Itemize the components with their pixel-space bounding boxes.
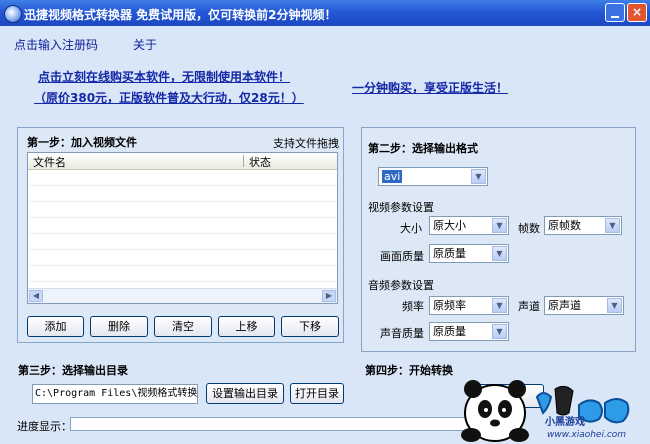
chevron-down-icon[interactable]: ▼: [607, 298, 622, 313]
clear-button[interactable]: 清空: [154, 316, 212, 337]
file-list[interactable]: 文件名 状态 ◀ ▶: [27, 152, 338, 304]
chevron-down-icon[interactable]: ▼: [492, 246, 507, 261]
chevron-down-icon[interactable]: ▼: [492, 324, 507, 339]
chevron-down-icon[interactable]: ▼: [492, 218, 507, 233]
app-icon: [4, 5, 22, 23]
column-separator: [243, 155, 244, 167]
minimize-button[interactable]: [605, 3, 625, 22]
move-up-button[interactable]: 上移: [218, 316, 275, 337]
progress-bar: [70, 417, 510, 431]
column-filename[interactable]: 文件名: [33, 154, 66, 170]
fps-label: 帧数: [518, 222, 540, 235]
progress-label: 进度显示：: [17, 420, 72, 433]
list-item: [28, 170, 337, 186]
menu-about[interactable]: 关于: [133, 36, 157, 53]
title-bar: 迅捷视频格式转换器 免费试用版，仅可转换前2分钟视频！ ×: [0, 0, 650, 26]
open-dir-button[interactable]: 打开目录: [290, 383, 344, 404]
menu-register[interactable]: 点击输入注册码: [14, 36, 98, 53]
drag-hint: 支持文件拖拽: [273, 137, 339, 150]
watermark-url: www.xiaohei.com: [547, 430, 627, 440]
quality-select[interactable]: 原质量 ▼: [429, 244, 509, 263]
move-down-button[interactable]: 下移: [281, 316, 339, 337]
quality-value: 原质量: [433, 247, 466, 260]
list-item: [28, 186, 337, 202]
quality-label: 画面质量: [380, 250, 424, 263]
size-label: 大小: [400, 222, 422, 235]
list-item: [28, 202, 337, 218]
promo-right-link[interactable]: 一分钟购买，享受正版生活！: [352, 79, 508, 96]
column-status[interactable]: 状态: [249, 154, 271, 170]
channel-select[interactable]: 原声道 ▼: [544, 296, 624, 315]
output-path-field[interactable]: C:\Program Files\视频格式转换器: [32, 384, 198, 404]
fps-value: 原帧数: [548, 219, 581, 232]
step1-title: 第一步：加入视频文件: [27, 136, 137, 149]
video-section-label: 视频参数设置: [368, 201, 434, 214]
audio-quality-select[interactable]: 原质量 ▼: [429, 322, 509, 341]
delete-button[interactable]: 删除: [90, 316, 148, 337]
channel-value: 原声道: [548, 299, 581, 312]
close-button[interactable]: ×: [627, 3, 647, 22]
step4-title: 第四步：开始转换: [365, 364, 453, 377]
format-value: avi: [382, 170, 403, 183]
rate-value: 原频率: [433, 299, 466, 312]
audio-section-label: 音频参数设置: [368, 279, 434, 292]
scroll-right-icon[interactable]: ▶: [322, 290, 336, 302]
audio-quality-value: 原质量: [433, 325, 466, 338]
scroll-left-icon[interactable]: ◀: [29, 290, 43, 302]
add-button[interactable]: 添加: [27, 316, 84, 337]
set-output-dir-button[interactable]: 设置输出目录: [206, 383, 284, 404]
list-item: [28, 250, 337, 266]
channel-label: 声道: [518, 300, 540, 313]
rate-select[interactable]: 原频率 ▼: [429, 296, 509, 315]
rate-label: 频率: [402, 300, 424, 313]
fps-select[interactable]: 原帧数 ▼: [544, 216, 622, 235]
watermark-logo: 小黑游戏 www.xiaohei.com: [455, 375, 650, 444]
list-item: [28, 218, 337, 234]
step2-title: 第二步：选择输出格式: [368, 142, 478, 155]
window-title: 迅捷视频格式转换器 免费试用版，仅可转换前2分钟视频！: [24, 8, 337, 22]
audio-quality-label: 声音质量: [380, 327, 424, 340]
promo-price-link[interactable]: （原价380元，正版软件普及大行动，仅28元！）: [34, 89, 304, 106]
promo-buy-link[interactable]: 点击立刻在线购买本软件，无限制使用本软件！: [38, 68, 290, 85]
step2-panel: [361, 127, 636, 352]
chevron-down-icon[interactable]: ▼: [605, 218, 620, 233]
step3-title: 第三步：选择输出目录: [18, 364, 128, 377]
file-list-header: 文件名 状态: [28, 153, 337, 170]
size-select[interactable]: 原大小 ▼: [429, 216, 509, 235]
list-item: [28, 266, 337, 282]
chevron-down-icon[interactable]: ▼: [492, 298, 507, 313]
list-item: [28, 234, 337, 250]
horizontal-scrollbar[interactable]: ◀ ▶: [28, 288, 337, 303]
chevron-down-icon[interactable]: ▼: [471, 169, 486, 184]
size-value: 原大小: [433, 219, 466, 232]
format-select[interactable]: avi ▼: [378, 167, 488, 186]
app-window: 迅捷视频格式转换器 免费试用版，仅可转换前2分钟视频！ × 点击输入注册码 关于…: [0, 0, 650, 444]
watermark-brand: 小黑游戏: [545, 417, 585, 428]
